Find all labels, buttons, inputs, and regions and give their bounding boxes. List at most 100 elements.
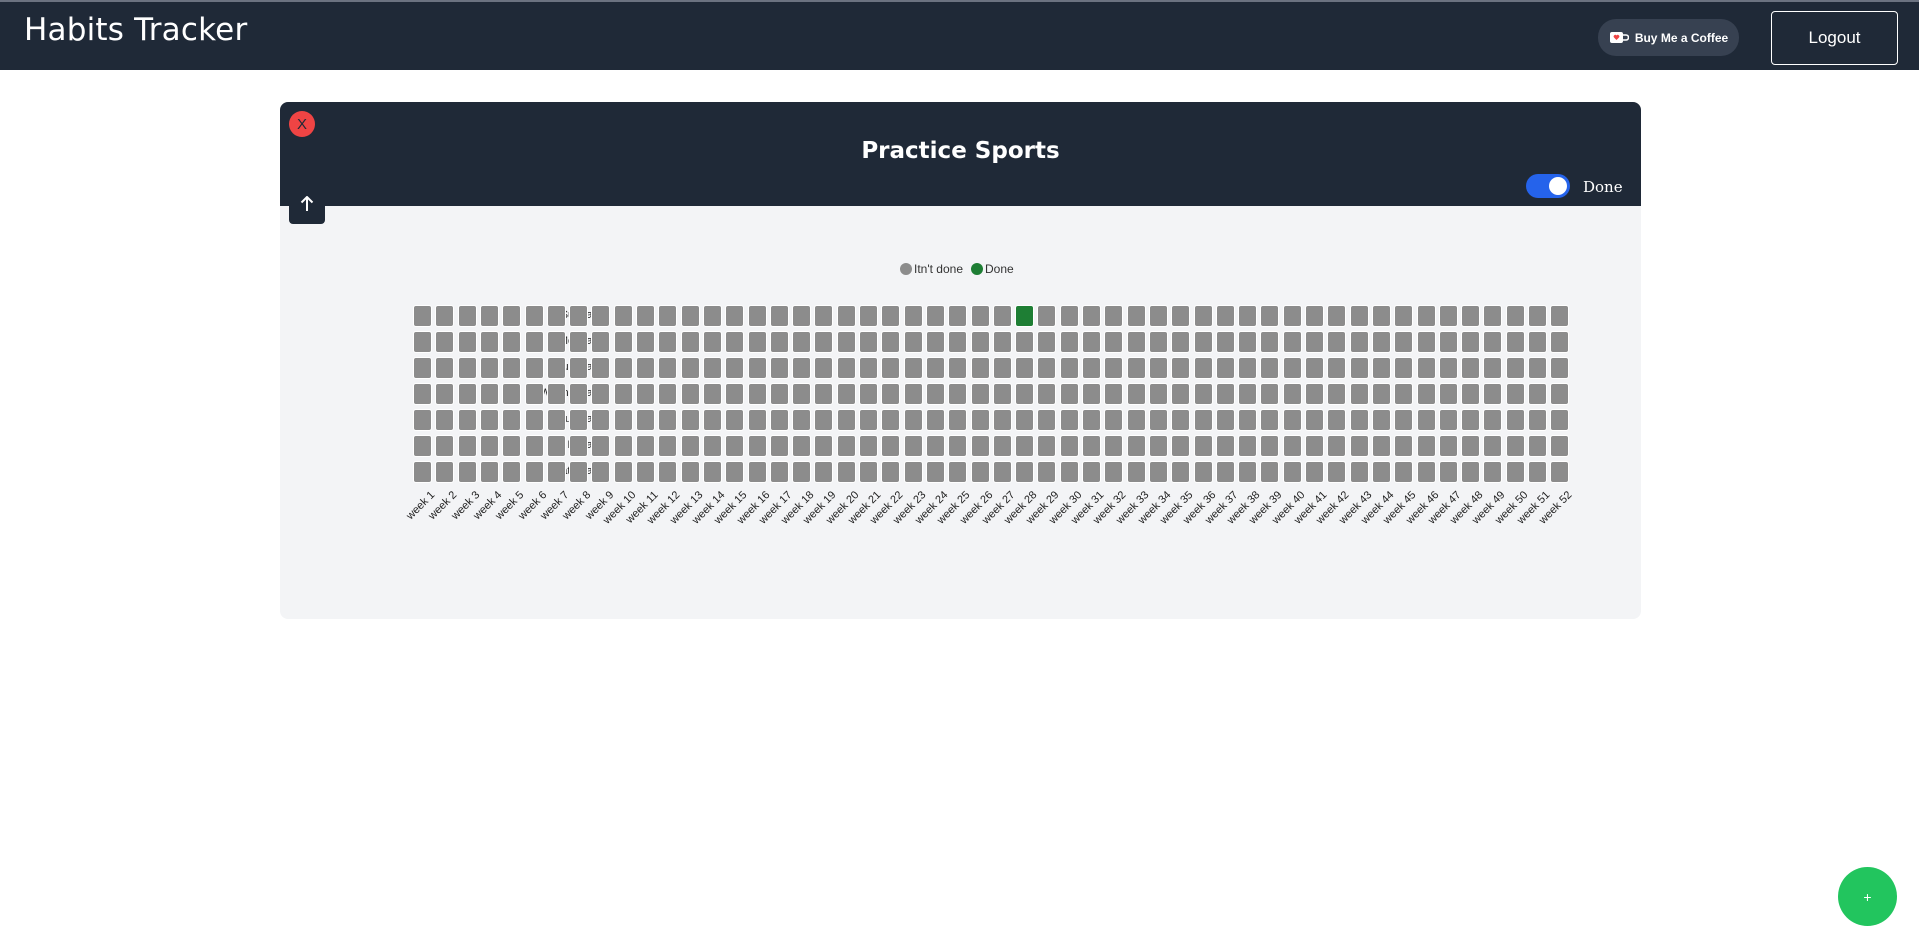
heatmap-cell[interactable] [524,461,544,483]
heatmap-cell[interactable] [680,435,700,457]
heatmap-cell[interactable] [903,461,923,483]
heatmap-cell[interactable] [591,409,611,431]
heatmap-cell[interactable] [591,305,611,327]
heatmap-cell[interactable] [1171,461,1191,483]
heatmap-cell[interactable] [1371,305,1391,327]
heatmap-cell[interactable] [1215,331,1235,353]
heatmap-cell[interactable] [479,357,499,379]
heatmap-cell[interactable] [680,383,700,405]
heatmap-cell[interactable] [1349,357,1369,379]
heatmap-cell[interactable] [859,435,878,457]
heatmap-cell[interactable] [658,357,678,379]
heatmap-cell[interactable] [1461,331,1481,353]
heatmap-cell[interactable] [457,305,477,327]
heatmap-cell[interactable] [658,461,678,483]
heatmap-cell[interactable] [1505,461,1525,483]
heatmap-cell[interactable] [903,357,923,379]
heatmap-cell[interactable] [1104,461,1124,483]
heatmap-cell[interactable] [1349,305,1369,327]
heatmap-cell[interactable] [479,331,499,353]
heatmap-cell[interactable] [479,409,499,431]
heatmap-cell[interactable] [948,331,968,353]
add-habit-button[interactable]: + [1838,867,1897,926]
heatmap-cell[interactable] [859,409,878,431]
heatmap-cell[interactable] [479,305,499,327]
heatmap-cell[interactable] [1349,461,1369,483]
heatmap-cell[interactable] [1305,409,1324,431]
heatmap-cell[interactable] [702,409,722,431]
heatmap-cell[interactable] [1148,435,1168,457]
heatmap-cell[interactable] [1171,357,1191,379]
heatmap-cell[interactable] [1015,331,1035,353]
heatmap-cell[interactable] [1260,305,1280,327]
heatmap-cell[interactable] [925,305,945,327]
heatmap-cell[interactable] [435,461,455,483]
heatmap-cell[interactable] [881,331,901,353]
heatmap-cell[interactable] [591,383,611,405]
heatmap-cell[interactable] [1505,357,1525,379]
heatmap-cell[interactable] [725,331,745,353]
heatmap-cell[interactable] [1394,331,1414,353]
heatmap-cell[interactable] [1528,357,1547,379]
heatmap-cell[interactable] [1171,409,1191,431]
heatmap-cell[interactable] [658,305,678,327]
heatmap-cell[interactable] [1015,305,1035,327]
heatmap-cell[interactable] [546,383,566,405]
heatmap-cell[interactable] [1305,435,1324,457]
heatmap-cell[interactable] [636,357,655,379]
heatmap-cell[interactable] [702,305,722,327]
heatmap-cell[interactable] [1394,305,1414,327]
heatmap-cell[interactable] [925,331,945,353]
heatmap-cell[interactable] [591,435,611,457]
heatmap-cell[interactable] [1483,409,1503,431]
heatmap-cell[interactable] [747,305,767,327]
heatmap-cell[interactable] [1260,331,1280,353]
heatmap-cell[interactable] [1059,435,1079,457]
heatmap-cell[interactable] [747,383,767,405]
heatmap-cell[interactable] [524,357,544,379]
heatmap-cell[interactable] [725,383,745,405]
heatmap-cell[interactable] [658,331,678,353]
heatmap-cell[interactable] [680,357,700,379]
heatmap-cell[interactable] [970,383,990,405]
heatmap-cell[interactable] [1260,461,1280,483]
heatmap-cell[interactable] [769,357,789,379]
heatmap-cell[interactable] [1327,357,1347,379]
heatmap-cell[interactable] [1528,435,1547,457]
heatmap-cell[interactable] [1059,409,1079,431]
heatmap-cell[interactable] [636,331,655,353]
heatmap-cell[interactable] [1483,435,1503,457]
heatmap-cell[interactable] [1193,461,1213,483]
heatmap-cell[interactable] [658,409,678,431]
heatmap-cell[interactable] [814,435,834,457]
heatmap-cell[interactable] [546,461,566,483]
buy-me-a-coffee-button[interactable]: Buy Me a Coffee [1598,19,1739,56]
heatmap-cell[interactable] [435,331,455,353]
heatmap-cell[interactable] [792,383,812,405]
heatmap-cell[interactable] [435,383,455,405]
heatmap-cell[interactable] [1305,331,1324,353]
heatmap-cell[interactable] [1260,409,1280,431]
heatmap-cell[interactable] [1327,383,1347,405]
heatmap-cell[interactable] [1438,435,1458,457]
heatmap-cell[interactable] [948,357,968,379]
heatmap-cell[interactable] [903,305,923,327]
heatmap-cell[interactable] [502,305,522,327]
heatmap-cell[interactable] [1059,357,1079,379]
heatmap-cell[interactable] [1505,435,1525,457]
heatmap-cell[interactable] [1394,409,1414,431]
heatmap-cell[interactable] [747,435,767,457]
heatmap-cell[interactable] [836,435,856,457]
heatmap-cell[interactable] [1483,357,1503,379]
heatmap-cell[interactable] [881,461,901,483]
heatmap-cell[interactable] [613,435,633,457]
heatmap-cell[interactable] [502,461,522,483]
heatmap-cell[interactable] [992,357,1012,379]
heatmap-cell[interactable] [524,305,544,327]
heatmap-cell[interactable] [836,461,856,483]
heatmap-cell[interactable] [1193,305,1213,327]
heatmap-cell[interactable] [702,331,722,353]
heatmap-cell[interactable] [1349,409,1369,431]
heatmap-cell[interactable] [636,461,655,483]
heatmap-cell[interactable] [413,331,432,353]
